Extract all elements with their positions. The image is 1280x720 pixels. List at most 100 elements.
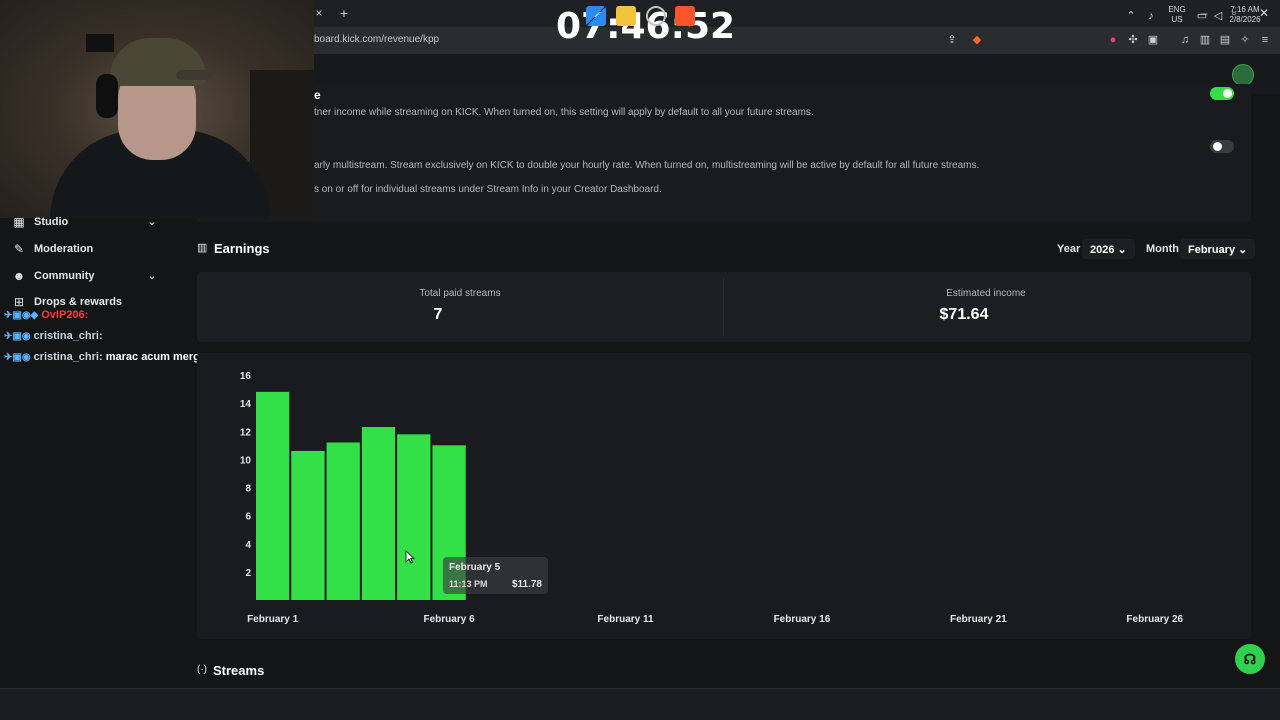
year-select[interactable]: 2026 ⌄: [1082, 239, 1135, 259]
tooltip-time: 11:13 PM: [449, 579, 488, 589]
y-tick-label: 16: [240, 371, 252, 382]
tab-close-icon[interactable]: ×: [312, 6, 326, 20]
sidebar-item-moderation[interactable]: ✎ Moderation: [0, 239, 196, 261]
tooltip-date: February 5: [449, 562, 501, 573]
screen: × + – ▫ ✕ board.kick.com/revenue/kpp ⇪ ◆…: [0, 0, 1280, 720]
x-tick-label: February 11: [597, 614, 654, 625]
multistream-toggle[interactable]: [1210, 140, 1234, 153]
year-label: Year: [1057, 243, 1081, 255]
chevron-down-icon[interactable]: ⌄: [145, 269, 159, 283]
new-tab-button[interactable]: +: [336, 5, 352, 21]
sidebar-item-studio[interactable]: ▦ Studio ⌄: [0, 212, 196, 234]
clock-time: 7:16 AM: [1230, 5, 1260, 14]
windows-taskbar: [0, 688, 1280, 720]
badge-icons: ✈▣◉: [4, 352, 31, 363]
year-value: 2026: [1090, 244, 1115, 256]
chart-svg: 2 4 6 8 10 12 14 16 February 1 February 6 February…: [240, 371, 1184, 625]
total-streams-value: 7: [433, 306, 443, 323]
streams-title: Streams: [213, 663, 265, 678]
screenshot-icon[interactable]: ▣: [1146, 33, 1160, 47]
system-clock[interactable]: 7:16 AM 2/8/2026: [1226, 5, 1264, 25]
sidebar: [0, 218, 196, 688]
network-icon[interactable]: ▭: [1195, 9, 1209, 23]
overlay-clock: 07:46:52: [556, 6, 736, 47]
sidebar-item-label: Studio: [34, 216, 69, 228]
chat-username: OvIP206:: [41, 309, 89, 321]
month-select[interactable]: February ⌄: [1180, 239, 1256, 259]
chevron-down-icon: ⌄: [1238, 244, 1248, 256]
language-indicator[interactable]: ENG US: [1166, 5, 1188, 25]
wrench-icon: ✎: [13, 242, 25, 256]
setting-description: tner income while streaming on KICK. Whe…: [314, 107, 814, 118]
avatar[interactable]: [1232, 64, 1254, 86]
chat-message: ✈▣◉◆ OvIP206:: [4, 309, 88, 325]
menu-icon[interactable]: ≡: [1258, 33, 1272, 47]
setting-title: e: [314, 88, 321, 102]
y-tick-label: 8: [245, 484, 251, 495]
chat-username: cristina_chri:: [33, 351, 103, 363]
music-icon[interactable]: ♫: [1178, 33, 1192, 47]
obs-icon[interactable]: [646, 6, 666, 26]
chart-bar[interactable]: [397, 434, 431, 600]
earnings-chart: 2 4 6 8 10 12 14 16 February 1 February 6 February…: [197, 353, 1251, 639]
estimated-income-value: $71.64: [939, 306, 989, 323]
chat-text: marac acum merge: [105, 351, 206, 363]
file-explorer-icon[interactable]: [616, 6, 636, 26]
windows-start-icon[interactable]: [586, 6, 606, 26]
puzzle-icon[interactable]: ✣: [1126, 33, 1140, 47]
webcam-overlay: [0, 0, 314, 218]
month-label: Month: [1146, 243, 1179, 255]
sidebar-icon[interactable]: ▥: [1198, 33, 1212, 47]
language-code: ENG: [1168, 5, 1186, 14]
bar-chart-icon: ▥: [197, 242, 208, 254]
month-value: February: [1188, 244, 1236, 256]
badge-icons: ✈▣◉◆: [4, 310, 39, 321]
chevron-down-icon: ⌄: [1117, 244, 1127, 256]
x-tick-label: February 6: [424, 614, 476, 625]
microphone-icon[interactable]: ♪: [1144, 9, 1158, 23]
chevron-up-icon[interactable]: ⌃: [1124, 9, 1138, 23]
ai-icon[interactable]: ✧: [1238, 33, 1252, 47]
chart-bar[interactable]: [256, 391, 290, 600]
chat-message: ✈▣◉ cristina_chri:: [4, 330, 103, 346]
region-code: US: [1171, 15, 1183, 24]
chat-username: cristina_chri:: [33, 330, 103, 342]
y-tick-label: 14: [240, 399, 252, 410]
y-tick-label: 4: [245, 540, 251, 551]
settings-card: [197, 84, 1251, 222]
chart-bar[interactable]: [361, 427, 396, 600]
partner-income-toggle[interactable]: [1210, 87, 1234, 100]
x-tick-label: February 1: [247, 614, 299, 625]
url-text[interactable]: board.kick.com/revenue/kpp: [314, 34, 439, 45]
badge-icons: ✈▣◉: [4, 331, 31, 342]
chat-message: ✈▣◉ cristina_chri: marac acum merge: [4, 351, 206, 367]
x-tick-label: February 21: [950, 614, 1007, 625]
gift-icon: ⊞: [13, 295, 25, 309]
sidebar-item-community[interactable]: ☻ Community ⌄: [0, 266, 196, 288]
support-chat-button[interactable]: ☊: [1235, 644, 1265, 674]
sidebar-item-label: Moderation: [34, 243, 94, 255]
y-tick-label: 2: [245, 568, 251, 579]
community-icon: ☻: [12, 269, 26, 283]
extension-icon[interactable]: ●: [1106, 33, 1120, 47]
chevron-down-icon[interactable]: ⌄: [145, 215, 159, 229]
chart-bar[interactable]: [291, 450, 325, 600]
clock-date: 2/8/2026: [1229, 15, 1261, 24]
brave-shield-icon[interactable]: ◆: [970, 33, 984, 47]
share-icon[interactable]: ⇪: [945, 33, 959, 47]
earnings-title: Earnings: [214, 241, 270, 256]
brave-browser-icon[interactable]: [675, 6, 695, 26]
chart-tooltip: February 5 11:13 PM $11.78: [443, 557, 548, 594]
x-tick-label: February 16: [774, 614, 831, 625]
chart-bar[interactable]: [326, 442, 360, 601]
broadcast-icon: (·): [197, 664, 207, 675]
estimated-income-label: Estimated income: [946, 288, 1026, 299]
mouse-cursor-icon: [405, 550, 415, 564]
wallet-icon[interactable]: ▤: [1218, 33, 1232, 47]
x-tick-label: February 26: [1126, 614, 1183, 625]
y-tick-label: 12: [240, 427, 252, 438]
volume-icon[interactable]: ◁: [1211, 9, 1225, 23]
multistream-description: arly multistream. Stream exclusively on …: [314, 160, 980, 171]
sidebar-item-label: Community: [34, 270, 95, 282]
y-tick-label: 10: [240, 455, 252, 466]
